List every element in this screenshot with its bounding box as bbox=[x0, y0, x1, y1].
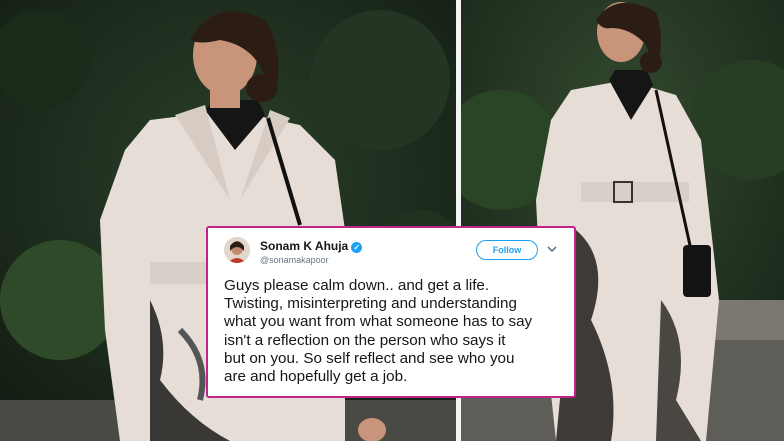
tweet-header: Sonam K Ahuja ✓ @sonamakapoor Follow bbox=[224, 237, 560, 271]
avatar-image bbox=[224, 237, 250, 263]
follow-button[interactable]: Follow bbox=[476, 240, 538, 260]
user-display-name[interactable]: Sonam K Ahuja ✓ bbox=[260, 239, 363, 253]
tweet-card: Sonam K Ahuja ✓ @sonamakapoor Follow Guys… bbox=[206, 226, 576, 398]
user-name-text[interactable]: Sonam K Ahuja bbox=[260, 239, 348, 253]
user-handle[interactable]: @sonamakapoor bbox=[260, 255, 329, 265]
tweet-text: Guys please calm down.. and get a life. … bbox=[224, 277, 533, 386]
verified-badge-icon: ✓ bbox=[351, 242, 363, 253]
avatar[interactable] bbox=[224, 237, 250, 263]
chevron-down-icon[interactable] bbox=[546, 243, 558, 255]
